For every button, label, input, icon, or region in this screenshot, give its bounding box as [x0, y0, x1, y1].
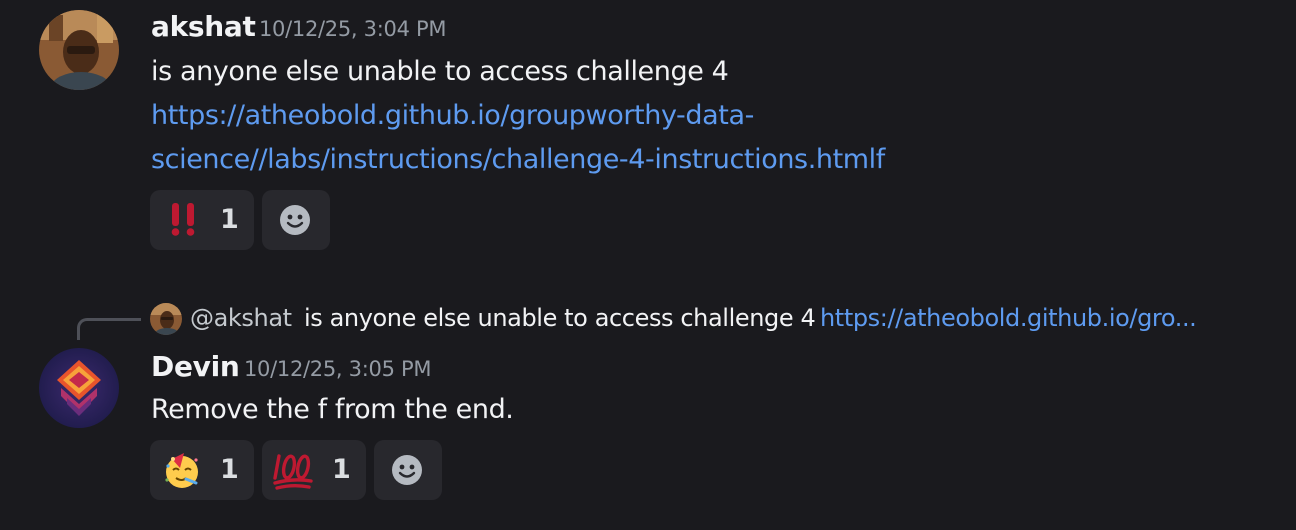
message-timestamp: 10/12/25, 3:04 PM [259, 17, 447, 41]
reaction-count: 1 [220, 204, 239, 235]
reaction-hundred-points[interactable]: 1 [262, 440, 366, 500]
reaction-partying-face[interactable]: 1 [150, 440, 254, 500]
bangbang-icon [171, 203, 195, 236]
smiley-icon [280, 205, 310, 235]
partying-face-icon [165, 453, 198, 488]
reply-preview-link[interactable]: https://atheobold.github.io/gro... [820, 304, 1197, 332]
reaction-bangbang[interactable]: 1 [150, 190, 254, 250]
add-reaction-button[interactable] [374, 440, 442, 500]
message-text: is anyone else unable to access challeng… [151, 56, 729, 87]
avatar-akshat[interactable] [39, 10, 119, 90]
smiley-icon [392, 455, 422, 485]
username-akshat[interactable]: akshat [151, 10, 256, 43]
reaction-count: 1 [220, 454, 239, 485]
message-text: Remove the f from the end. [151, 394, 514, 425]
message-link-line2[interactable]: science//labs/instructions/challenge-4-i… [151, 144, 885, 175]
reply-spine [77, 318, 141, 340]
hundred-points-icon [273, 454, 313, 490]
add-reaction-button[interactable] [262, 190, 330, 250]
reply-avatar-akshat[interactable] [150, 303, 182, 335]
avatar-devin[interactable] [39, 348, 119, 428]
username-devin[interactable]: Devin [151, 350, 240, 383]
user-photo-icon [39, 10, 119, 90]
reaction-count: 1 [332, 454, 351, 485]
reply-preview-text[interactable]: is anyone else unable to access challeng… [304, 304, 816, 332]
user-photo-icon [150, 303, 182, 335]
reply-mention[interactable]: @akshat [190, 304, 292, 332]
diamond-logo-icon [39, 348, 119, 428]
message-link-line1[interactable]: https://atheobold.github.io/groupworthy-… [151, 100, 754, 131]
message-timestamp: 10/12/25, 3:05 PM [244, 357, 432, 381]
